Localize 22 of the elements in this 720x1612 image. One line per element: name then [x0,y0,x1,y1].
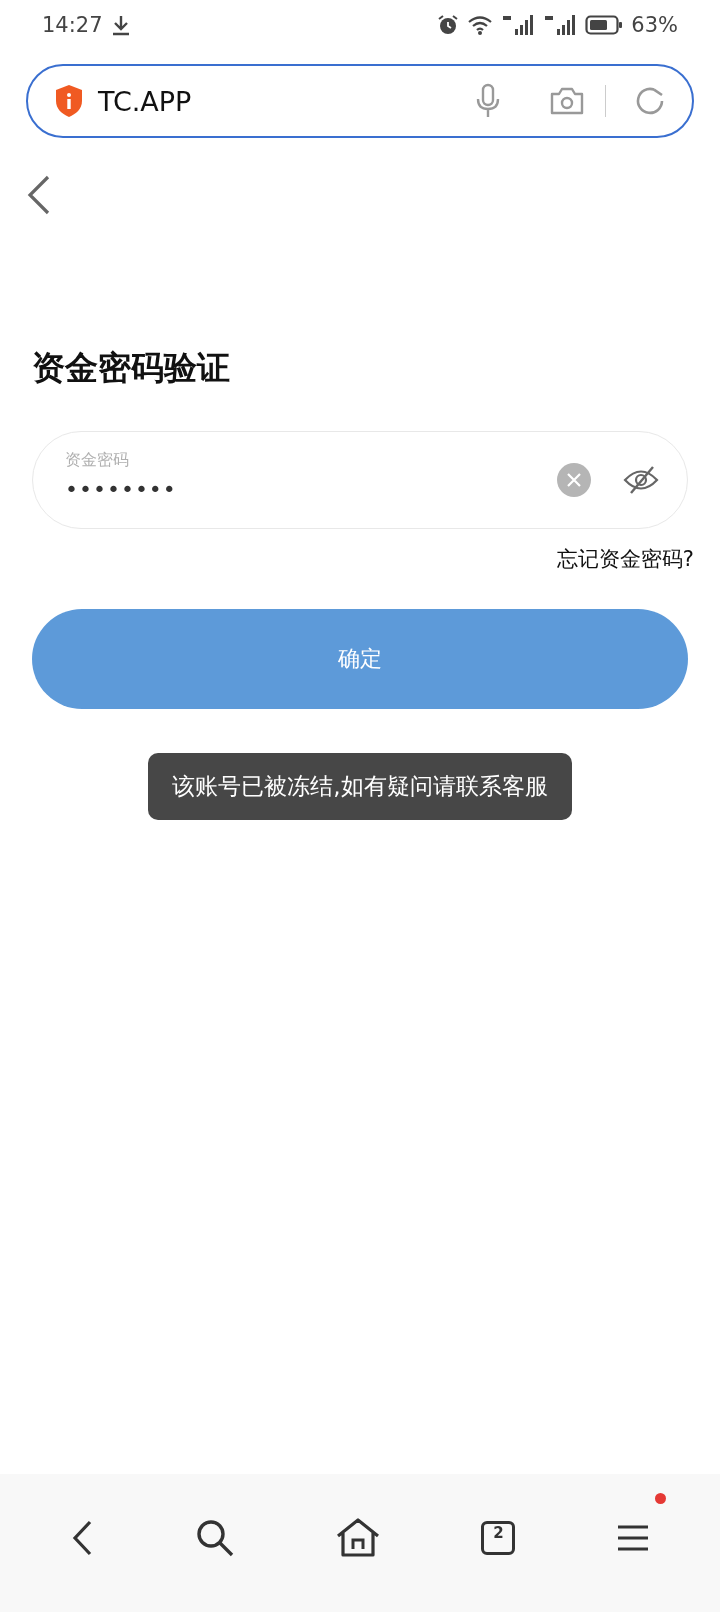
home-icon[interactable] [334,1517,381,1559]
alarm-icon [437,14,460,36]
camera-icon[interactable] [548,86,585,116]
page-title: 资金密码验证 [32,347,231,389]
signal-icon [543,14,578,36]
search-icon[interactable] [194,1518,235,1558]
wifi-icon [467,15,494,35]
microphone-icon[interactable] [474,83,501,119]
menu-icon[interactable] [615,1523,650,1553]
forgot-password-link[interactable]: 忘记资金密码? [556,545,694,573]
url-text: TC.APP [98,85,193,117]
tabs-button[interactable]: 2 [481,1521,516,1555]
battery-icon [585,14,624,36]
toast-message: 该账号已被冻结,如有疑问请联系客服 [148,753,572,820]
clock-time: 14:27 [42,13,103,37]
reload-icon[interactable] [634,85,666,117]
eye-slash-icon[interactable] [623,465,659,495]
download-icon [110,14,131,36]
shield-icon [54,84,84,118]
signal-icon [501,14,536,36]
address-bar[interactable]: TC.APP [26,64,694,138]
battery-percent: 63% [631,13,678,37]
